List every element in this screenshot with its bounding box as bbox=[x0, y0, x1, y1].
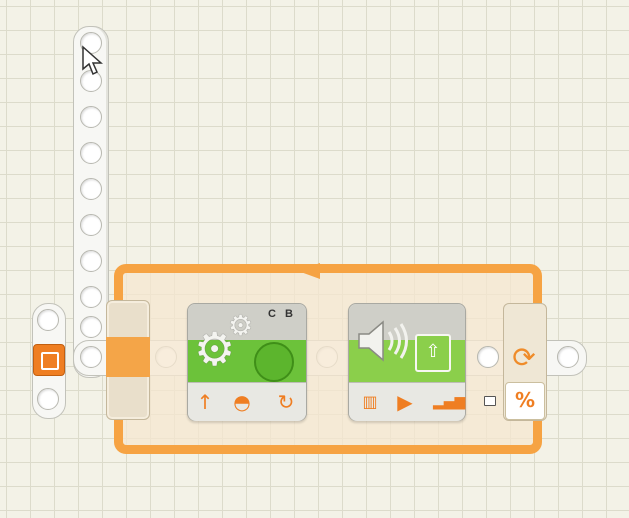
beam-hole bbox=[80, 142, 102, 164]
beam-hole bbox=[80, 106, 102, 128]
beam-hole bbox=[80, 286, 102, 308]
program-canvas[interactable]: ⟳ % C B ⚙ ⚙ ↑ ◓ ↻ ▥ ▶ ▂▄▆ ⇧ bbox=[0, 0, 629, 518]
beam-hole bbox=[557, 346, 579, 368]
start-square-icon bbox=[41, 352, 59, 370]
speaker-icon bbox=[358, 320, 408, 362]
speed-gauge-icon: ◓ bbox=[233, 390, 251, 414]
beam-hole bbox=[477, 346, 499, 368]
motor-power-indicator bbox=[254, 342, 294, 382]
volume-bars-icon: ▂▄▆ bbox=[433, 394, 466, 410]
play-icon: ▶ bbox=[397, 390, 413, 414]
beam-hole bbox=[37, 388, 59, 410]
beam-hole bbox=[80, 214, 102, 236]
beam-hole bbox=[80, 316, 102, 338]
loop-port-icon bbox=[484, 396, 496, 406]
beam-hole bbox=[80, 250, 102, 272]
direction-up-icon: ↑ bbox=[196, 390, 214, 414]
motor-block[interactable]: C B ⚙ ⚙ ↑ ◓ ↻ bbox=[187, 303, 307, 421]
sound-wave-icon: ▥ bbox=[362, 392, 378, 411]
loop-direction-arrow-icon bbox=[298, 263, 320, 279]
beam-hole bbox=[37, 309, 59, 331]
start-point-button[interactable] bbox=[33, 344, 65, 376]
arrow-cursor-icon bbox=[82, 45, 103, 76]
loop-start-band bbox=[106, 337, 150, 377]
beam-hole bbox=[80, 178, 102, 200]
beam-hole bbox=[80, 346, 102, 368]
infinity-count-icon[interactable]: % bbox=[505, 382, 545, 420]
motor-ports-label: C B bbox=[268, 308, 296, 320]
duration-rotation-icon: ↻ bbox=[277, 390, 295, 414]
loop-refresh-icon: ⟳ bbox=[512, 341, 536, 374]
small-gear-icon: ⚙ bbox=[228, 309, 254, 342]
sound-file-icon: ⇧ bbox=[415, 334, 451, 372]
loop-count-glyph: % bbox=[514, 388, 536, 412]
